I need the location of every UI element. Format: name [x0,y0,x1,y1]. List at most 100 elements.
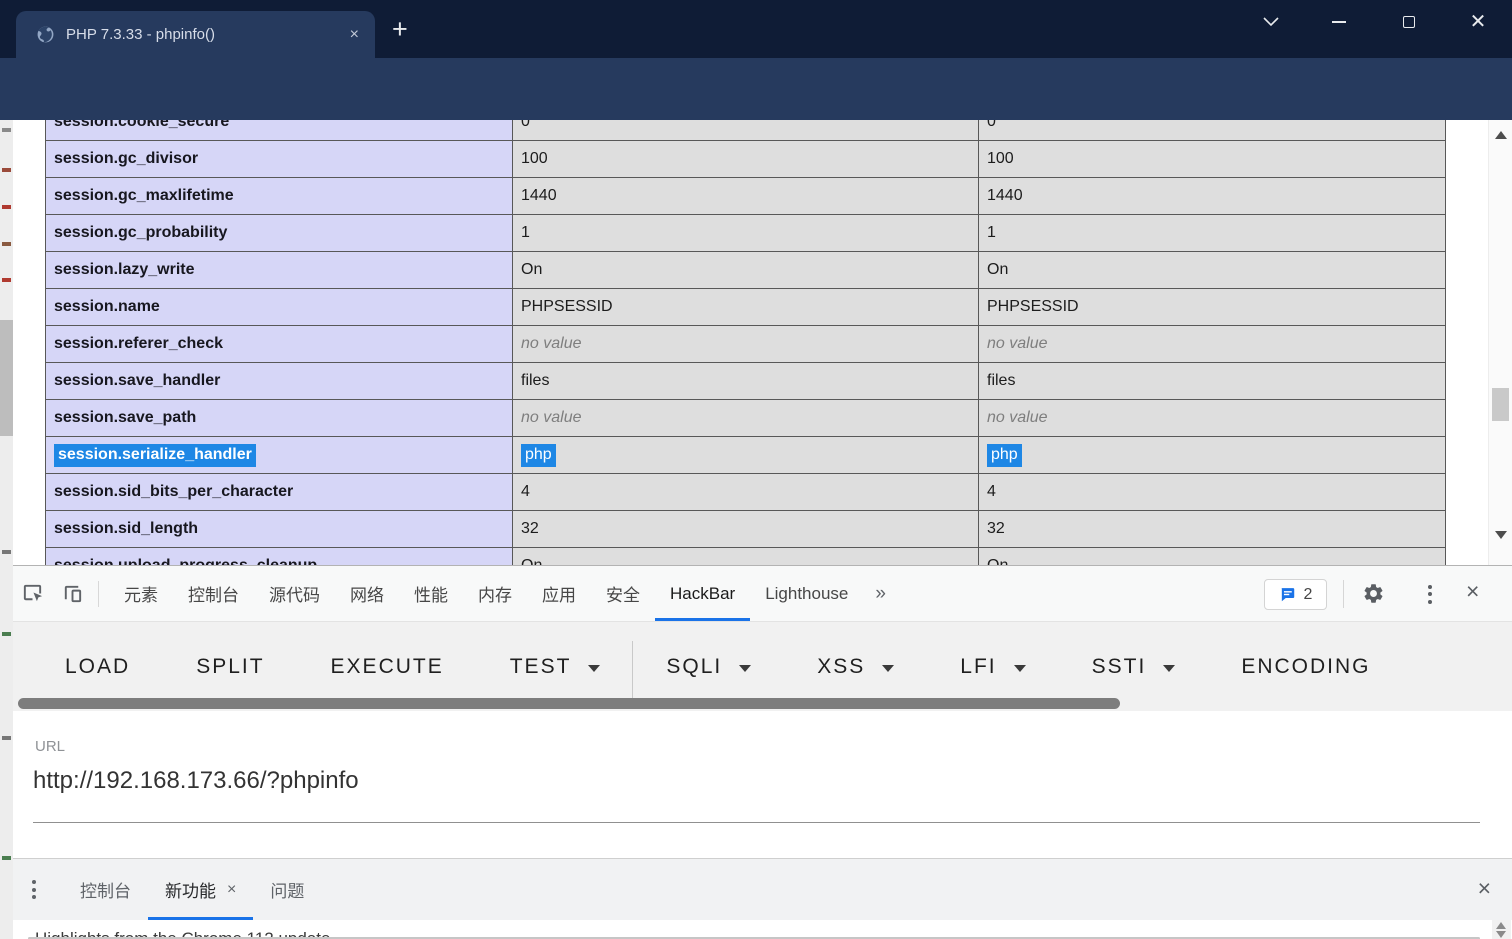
hackbar-menu-button[interactable]: LOAD [65,655,130,679]
hackbar-menu-button[interactable]: SQLI [666,655,751,679]
directive-name-cell: session.gc_maxlifetime [46,178,513,215]
table-row[interactable]: session.gc_probability 1 1 [46,215,1446,252]
window-close-button[interactable]: ✕ [1455,0,1501,44]
table-row[interactable]: session.referer_check no value no value [46,326,1446,363]
issues-button[interactable]: 2 [1264,579,1327,610]
devtools-tab[interactable]: 控制台 [173,566,254,621]
titlebar: PHP 7.3.33 - phpinfo() × + ✕ [0,0,1512,58]
devtools-tab[interactable]: 应用 [527,566,591,621]
drawer-scrollbar[interactable] [1492,920,1511,939]
directive-name-cell: session.serialize_handler [46,437,513,474]
local-value-cell: 100 [513,141,979,178]
devtools-tab[interactable]: HackBar [655,566,750,621]
master-value-cell: 4 [979,474,1446,511]
local-value-cell: 32 [513,511,979,548]
directive-name-cell: session.upload_progress_cleanup [46,548,513,565]
scroll-up-icon[interactable] [1495,131,1507,139]
hackbar-menu-button[interactable]: SPLIT [196,655,264,679]
table-row[interactable]: session.serialize_handler php php [46,437,1446,474]
devtools-tab[interactable]: Lighthouse [750,566,863,621]
master-value-cell: 1440 [979,178,1446,215]
scroll-down-icon[interactable] [1495,531,1507,539]
table-row[interactable]: session.name PHPSESSID PHPSESSID [46,289,1446,326]
directive-name-cell: session.sid_bits_per_character [46,474,513,511]
nav-toolbar: ← → ⟳ ⚠ 不安全 192.168.173.66 /?phpinfo ☆ [0,58,1512,120]
globe-favicon-icon [36,25,55,44]
devtools-tab[interactable]: 元素 [109,566,173,621]
tab-search-icon[interactable] [1248,0,1294,44]
table-row[interactable]: session.lazy_write On On [46,252,1446,289]
drawer-tab[interactable]: 新功能× [148,859,253,920]
directive-name-cell: session.cookie_secure [46,120,513,141]
scrollbar-thumb[interactable] [1492,388,1509,421]
drawer-content: Highlights from the Chrome 112 update [0,920,1512,939]
table-row[interactable]: session.sid_length 32 32 [46,511,1446,548]
devtools-close-icon[interactable]: × [1466,578,1479,605]
local-value-cell: 1440 [513,178,979,215]
url-field-underline [33,822,1480,823]
hackbar-menu-button[interactable]: XSS [817,655,894,679]
directive-name-cell: session.gc_divisor [46,141,513,178]
local-value-cell: PHPSESSID [513,289,979,326]
table-row[interactable]: session.cookie_secure 0 0 [46,120,1446,141]
new-tab-button[interactable]: + [392,10,408,48]
scroll-up-icon[interactable] [1496,922,1506,929]
devtools-tab[interactable]: 性能 [399,566,463,621]
toolbar-divider [1343,580,1344,608]
directive-name-cell: session.save_path [46,400,513,437]
hackbar-menu-button[interactable]: LFI [960,655,1025,679]
drawer-tab[interactable]: 控制台 [63,859,148,920]
more-tabs-chevron-icon[interactable]: » [863,583,898,605]
hackbar-menu-button[interactable]: EXECUTE [331,655,444,679]
directive-name-cell: session.name [46,289,513,326]
hackbar-menu-button[interactable]: ENCODING [1241,655,1370,679]
issues-count: 2 [1304,586,1313,604]
scroll-down-icon[interactable] [1496,931,1506,938]
devtools-tab[interactable]: 源代码 [254,566,335,621]
master-value-cell: On [979,252,1446,289]
devtools-panel: 元素 控制台 源代码 网络 性能 内存 应用 安全 HackBar [0,565,1512,939]
devtools-tab[interactable]: 内存 [463,566,527,621]
master-value-cell: PHPSESSID [979,289,1446,326]
drawer-tab-close-icon[interactable]: × [227,881,236,899]
master-value-cell: On [979,548,1446,565]
background-window-sliver [0,120,13,939]
drawer-menu-kebab-icon[interactable] [27,859,41,920]
drawer-tabbar: 控制台 新功能× 问题 × [0,858,1512,920]
drawer-close-icon[interactable]: × [1478,875,1491,902]
drawer-tab[interactable]: 问题 [253,859,321,920]
device-toolbar-icon[interactable] [56,578,88,610]
browser-tab[interactable]: PHP 7.3.33 - phpinfo() × [16,11,375,58]
local-value-cell: 0 [513,120,979,141]
tab-close-icon[interactable]: × [350,26,359,44]
table-row[interactable]: session.sid_bits_per_character 4 4 [46,474,1446,511]
table-row[interactable]: session.gc_maxlifetime 1440 1440 [46,178,1446,215]
table-row[interactable]: session.gc_divisor 100 100 [46,141,1446,178]
table-row[interactable]: session.upload_progress_cleanup On On [46,548,1446,565]
master-value-cell: no value [979,400,1446,437]
local-value-cell: no value [513,400,979,437]
directive-name-cell: session.gc_probability [46,215,513,252]
hackbar-menu-button[interactable]: TEST [510,655,601,679]
minimize-button[interactable] [1316,0,1362,44]
settings-gear-icon[interactable] [1362,582,1385,610]
local-value-cell: 4 [513,474,979,511]
devtools-tab[interactable]: 网络 [335,566,399,621]
table-row[interactable]: session.save_path no value no value [46,400,1446,437]
page-scrollbar[interactable] [1488,120,1512,565]
devtools-menu-kebab-icon[interactable] [1424,582,1436,606]
master-value-cell: files [979,363,1446,400]
devtools-tab[interactable]: 安全 [591,566,655,621]
directive-name-cell: session.sid_length [46,511,513,548]
master-value-cell: 32 [979,511,1446,548]
maximize-button[interactable] [1386,0,1432,44]
horizontal-scrollbar-thumb[interactable] [18,698,1120,709]
url-field-value[interactable]: http://192.168.173.66/?phpinfo [33,767,359,795]
master-value-cell: 0 [979,120,1446,141]
inspect-element-icon[interactable] [16,578,48,610]
page-content: session.cookie_secure 0 0 session.gc_div… [0,120,1512,565]
hackbar-menu-button[interactable]: SSTI [1092,655,1176,679]
local-value-cell: On [513,548,979,565]
local-value-cell: On [513,252,979,289]
table-row[interactable]: session.save_handler files files [46,363,1446,400]
